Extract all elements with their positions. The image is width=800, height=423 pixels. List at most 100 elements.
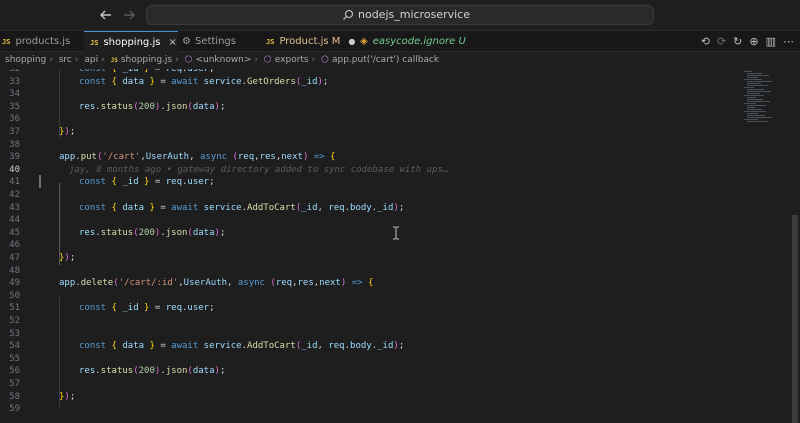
code-line[interactable]: 52 bbox=[0, 315, 740, 328]
minimap-line bbox=[744, 119, 758, 120]
code-line[interactable]: 44 bbox=[0, 214, 740, 227]
tab-shopping-js[interactable]: JS shopping.js × bbox=[84, 31, 178, 52]
code-line[interactable]: 36 bbox=[0, 113, 740, 126]
code-line[interactable]: 59 bbox=[0, 403, 740, 416]
code-text: res.status(200).json(data); bbox=[79, 227, 226, 238]
copilot-icon[interactable]: ⊕ bbox=[749, 35, 758, 48]
minimap-line bbox=[744, 111, 766, 112]
search-icon bbox=[343, 9, 354, 20]
code-line[interactable]: 37}); bbox=[0, 126, 740, 139]
breadcrumb-item[interactable]: exports bbox=[275, 55, 309, 65]
minimap-line bbox=[747, 107, 755, 108]
minimap[interactable] bbox=[740, 69, 800, 423]
javascript-file-icon: JS bbox=[110, 57, 118, 64]
line-number: 36 bbox=[9, 114, 20, 125]
minimap-line bbox=[744, 79, 762, 80]
code-line[interactable]: 48 bbox=[0, 265, 740, 278]
code-text: }); bbox=[59, 391, 76, 402]
code-line[interactable]: 57 bbox=[0, 378, 740, 391]
code-text: app.put('/cart',UserAuth, async (req,res… bbox=[59, 152, 336, 163]
code-line[interactable]: 55 bbox=[0, 353, 740, 366]
code-line[interactable]: 47}); bbox=[0, 252, 740, 265]
line-number: 35 bbox=[9, 101, 20, 112]
code-line[interactable]: 35 res.status(200).json(data); bbox=[0, 101, 740, 114]
line-number: 54 bbox=[9, 341, 20, 352]
code-line[interactable]: 53 bbox=[0, 328, 740, 341]
breadcrumb: shopping › src › api › JS shopping.js › ⬡ <unk… bbox=[0, 52, 800, 69]
code-line[interactable]: 38 bbox=[0, 139, 740, 152]
javascript-file-icon: JS bbox=[2, 38, 11, 46]
breadcrumb-item[interactable]: shopping bbox=[5, 55, 46, 65]
code-text: const { _id } = req.user; bbox=[79, 303, 215, 314]
minimap-line bbox=[747, 117, 772, 118]
forward-change-icon[interactable]: ↻ bbox=[733, 35, 742, 48]
code-text: app.delete('/cart/:id',UserAuth, async (… bbox=[59, 278, 374, 289]
cube-icon: ◈ bbox=[360, 36, 368, 47]
tab-settings[interactable]: ⚙ Settings bbox=[182, 31, 262, 52]
code-line[interactable]: 51 const { _id } = req.user; bbox=[0, 302, 740, 315]
modified-badge: M bbox=[331, 36, 341, 47]
code-line[interactable]: 42 bbox=[0, 189, 740, 202]
minimap-line bbox=[747, 75, 769, 76]
minimap-line bbox=[747, 99, 763, 100]
code-line[interactable]: 41 const { _id } = req.user; bbox=[0, 176, 740, 189]
code-editor[interactable]: 32 const { _id } = req.user; 33 const { dat… bbox=[0, 69, 740, 423]
more-actions-icon[interactable]: ⋯ bbox=[783, 35, 794, 48]
breadcrumb-item[interactable]: src bbox=[59, 55, 72, 65]
minimap-line bbox=[744, 71, 752, 72]
code-line[interactable]: 39 app.put('/cart',UserAuth, async (req,r… bbox=[0, 151, 740, 164]
javascript-file-icon: JS bbox=[90, 39, 99, 47]
breadcrumb-item[interactable]: <unknown> bbox=[195, 55, 251, 65]
revert-icon[interactable]: ⟳ bbox=[717, 35, 726, 48]
arrow-right-icon[interactable] bbox=[121, 7, 137, 23]
tab-product-js[interactable]: JS Product.js M ● bbox=[266, 31, 356, 52]
line-number: 33 bbox=[9, 76, 20, 87]
tab-label: easycode.ignore bbox=[372, 36, 456, 47]
code-text: res.status(200).json(data); bbox=[79, 366, 226, 377]
line-number: 51 bbox=[9, 303, 20, 314]
tab-easycode-ignore[interactable]: ◈ easycode.ignore U bbox=[360, 31, 480, 52]
code-line[interactable]: 40 jay, 8 months ago • gateway directory … bbox=[0, 164, 740, 177]
tab-label: Product.js bbox=[279, 36, 329, 47]
arrow-left-icon[interactable] bbox=[98, 7, 114, 23]
code-line[interactable]: 50 bbox=[0, 290, 740, 303]
code-line[interactable]: 33 const { data } = await service.GetOrde… bbox=[0, 76, 740, 89]
breadcrumb-item[interactable]: shopping.js bbox=[121, 55, 172, 65]
line-number: 46 bbox=[9, 240, 20, 251]
breadcrumb-item[interactable]: app.put('/cart') callback bbox=[332, 55, 439, 65]
code-line[interactable]: 46 bbox=[0, 239, 740, 252]
unsaved-dot-icon[interactable]: ● bbox=[348, 37, 355, 46]
symbol-icon: ⬡ bbox=[321, 55, 329, 65]
breadcrumb-item[interactable]: api bbox=[84, 55, 98, 65]
line-number: 49 bbox=[9, 278, 20, 289]
close-icon[interactable]: × bbox=[168, 37, 176, 48]
code-line[interactable]: 43 const { data } = await service.AddToCa… bbox=[0, 202, 740, 215]
tab-products-js[interactable]: JS products.js bbox=[2, 31, 82, 52]
code-line[interactable]: 49 app.delete('/cart/:id',UserAuth, async… bbox=[0, 277, 740, 290]
minimap-line bbox=[747, 77, 758, 78]
line-number: 45 bbox=[9, 227, 20, 238]
code-text: const { data } = await service.AddToCart… bbox=[79, 202, 405, 213]
title-bar: nodejs_microservice bbox=[0, 0, 800, 31]
minimap-line bbox=[747, 83, 761, 84]
code-line[interactable]: 34 bbox=[0, 88, 740, 101]
line-number: 38 bbox=[9, 139, 20, 150]
minimap-line bbox=[747, 91, 771, 92]
line-number: 58 bbox=[9, 391, 20, 402]
minimap-line bbox=[744, 103, 756, 104]
line-number: 48 bbox=[9, 265, 20, 276]
code-line[interactable]: 54 const { data } = await service.AddToCa… bbox=[0, 340, 740, 353]
minimap-line bbox=[747, 109, 762, 110]
command-center-search[interactable]: nodejs_microservice bbox=[146, 5, 654, 25]
line-number: 37 bbox=[9, 127, 20, 137]
code-line[interactable]: 58}); bbox=[0, 391, 740, 404]
code-line[interactable]: 45 res.status(200).json(data); bbox=[0, 227, 740, 240]
code-line[interactable]: 56 res.status(200).json(data); bbox=[0, 365, 740, 378]
git-compare-icon[interactable]: ⟲ bbox=[701, 35, 710, 48]
minimap-line bbox=[747, 89, 764, 90]
scrollbar-thumb[interactable] bbox=[792, 215, 798, 423]
symbol-icon: ⬡ bbox=[184, 55, 193, 65]
split-editor-icon[interactable]: ▥ bbox=[766, 35, 776, 48]
line-number: 44 bbox=[9, 215, 20, 226]
code-text: const { data } = await service.GetOrders… bbox=[79, 76, 329, 87]
